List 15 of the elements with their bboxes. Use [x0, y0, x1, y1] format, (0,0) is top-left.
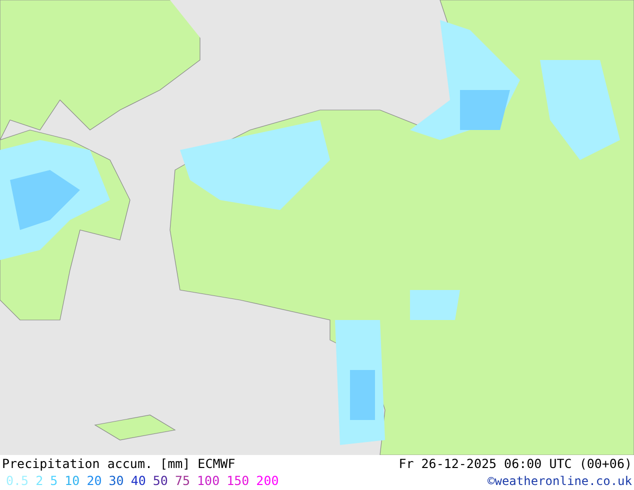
legend-value: 0.5	[6, 473, 29, 488]
map-title: Precipitation accum. [mm] ECMWF	[2, 456, 236, 471]
legend-value: 5	[50, 473, 58, 488]
legend-value: 10	[64, 473, 80, 488]
legend-value: 30	[108, 473, 124, 488]
legend-value: 100	[197, 473, 220, 488]
copyright-link[interactable]: ©weatheronline.co.uk	[488, 474, 632, 488]
valid-time: Fr 26-12-2025 06:00 UTC (00+06)	[398, 456, 632, 471]
legend-value: 40	[130, 473, 146, 488]
legend-value: 50	[152, 473, 168, 488]
legend-value: 150	[226, 473, 250, 488]
legend-value: 2	[36, 473, 44, 488]
legend-value: 200	[256, 473, 279, 488]
legend-value: 20	[86, 473, 102, 488]
legend-value: 75	[174, 473, 190, 488]
